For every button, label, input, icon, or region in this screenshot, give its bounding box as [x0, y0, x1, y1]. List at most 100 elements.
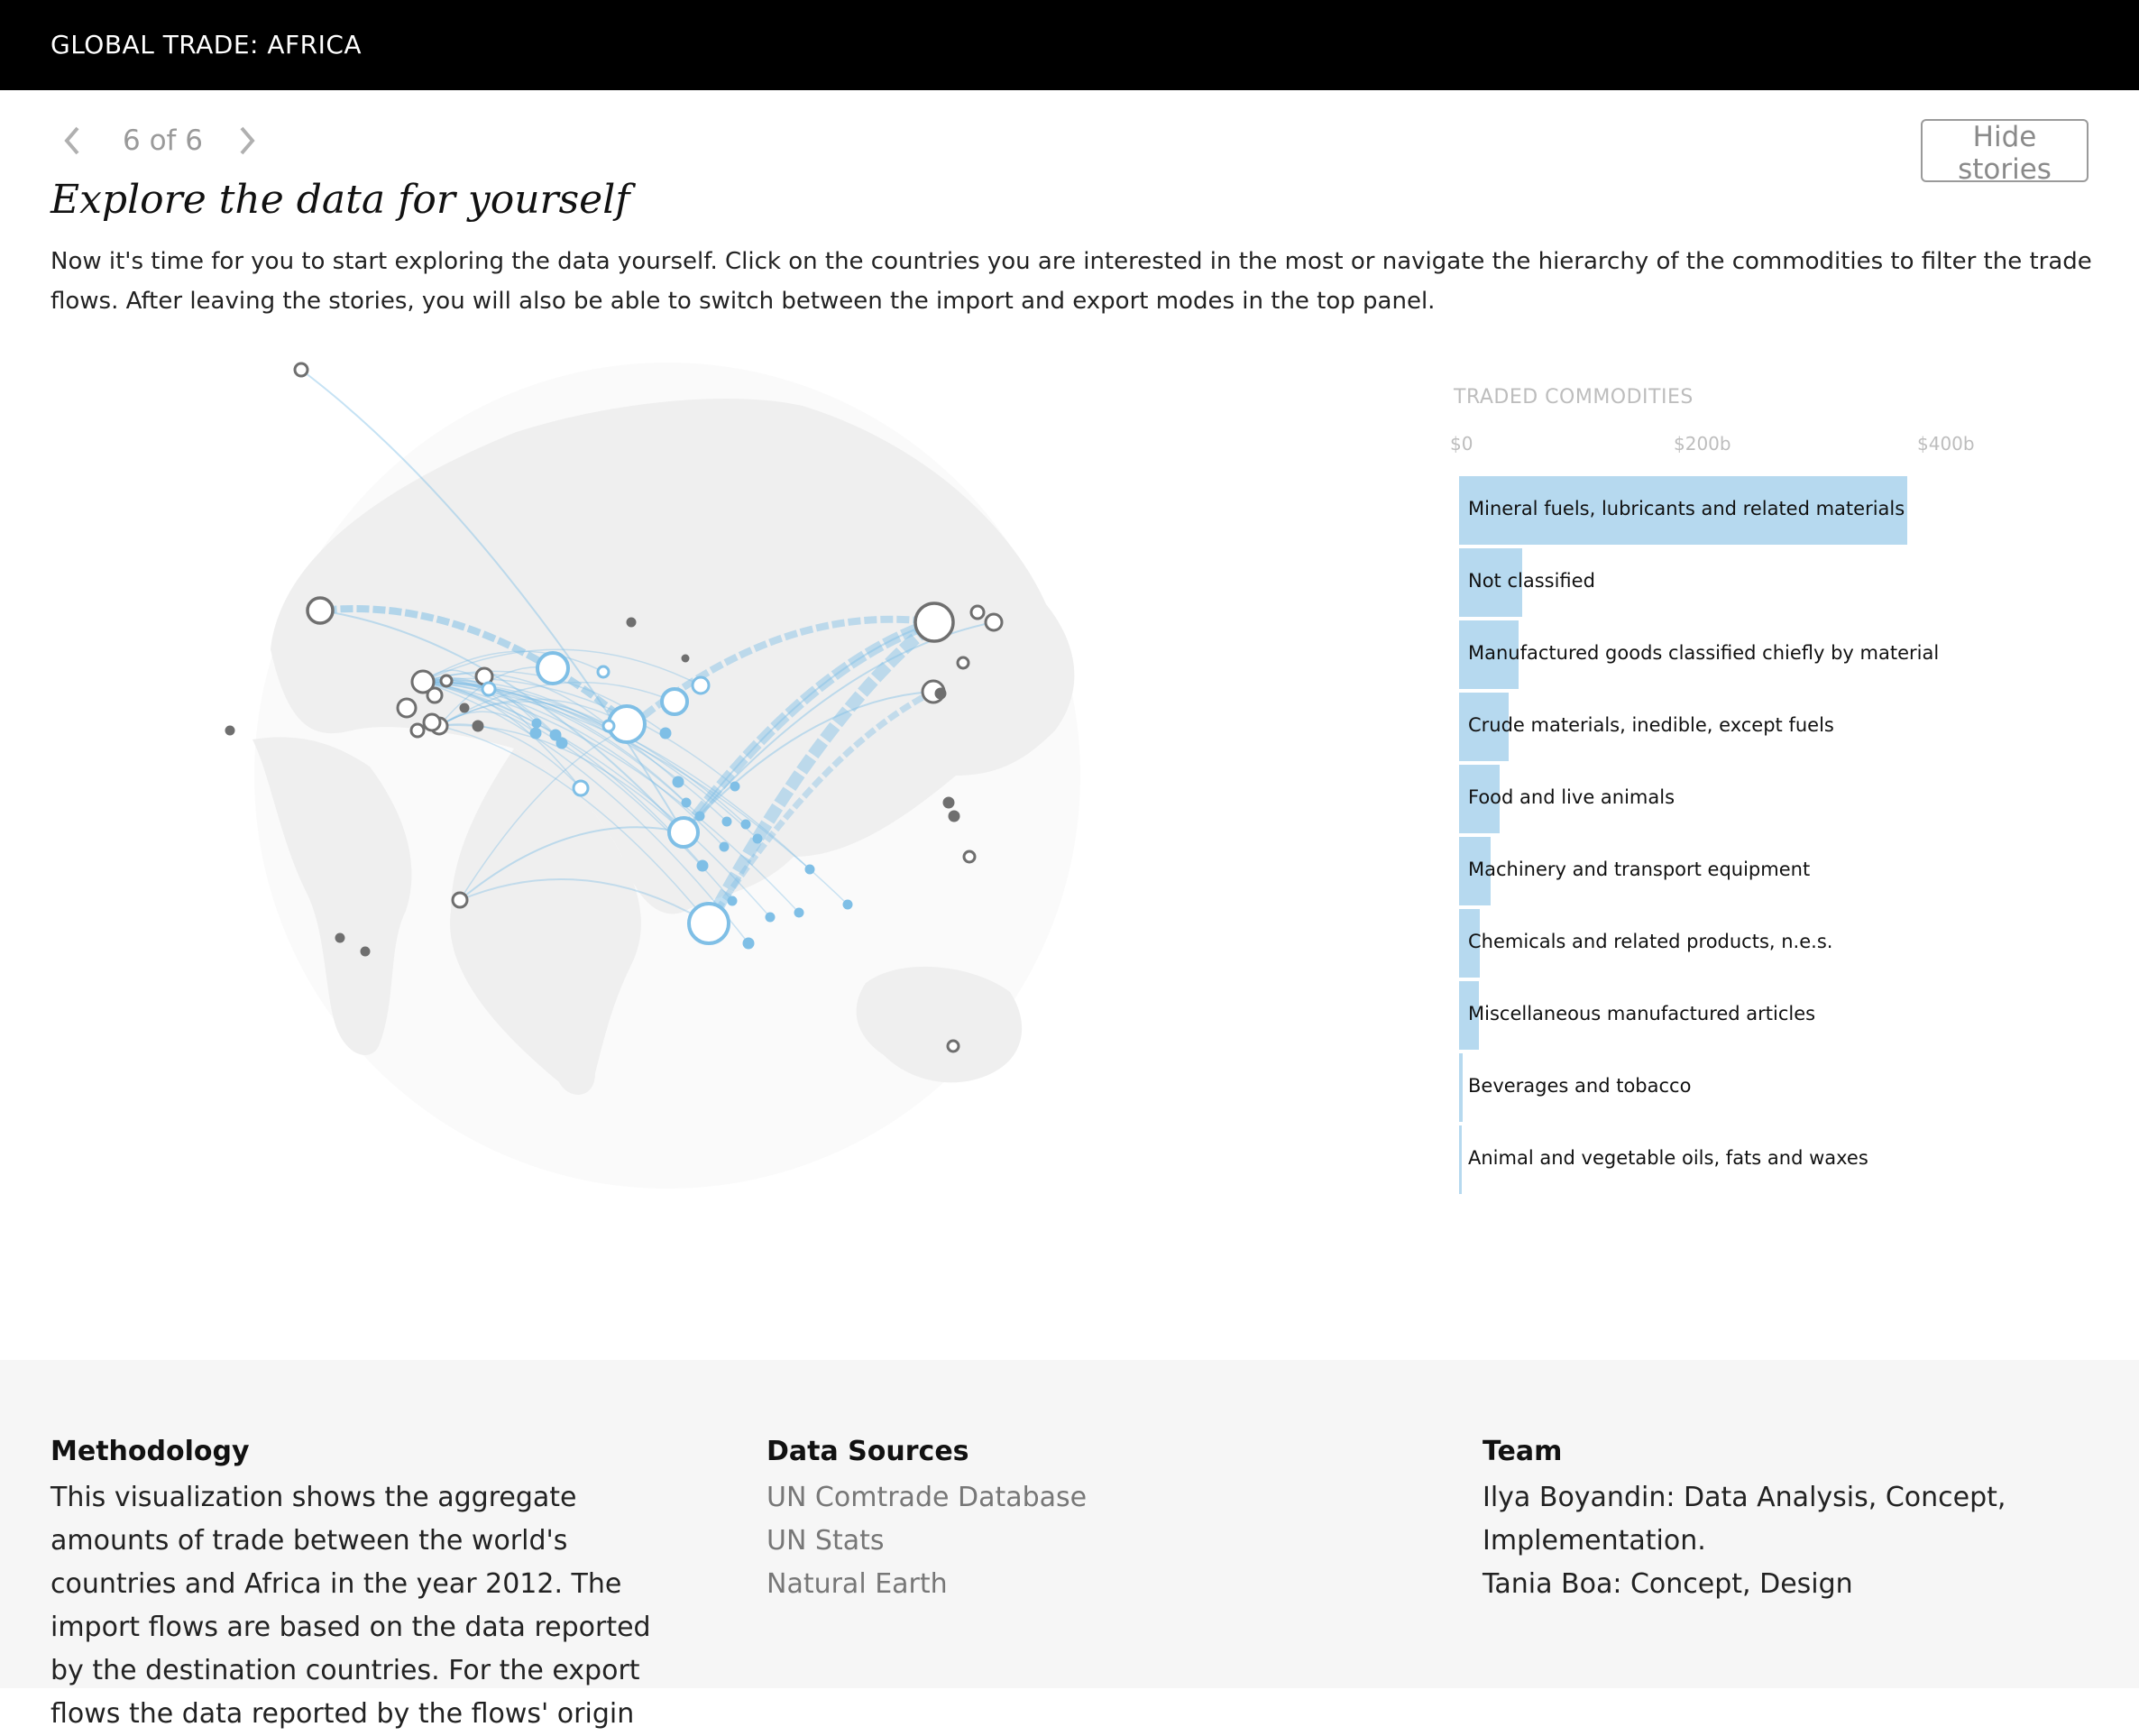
country-node[interactable] — [426, 686, 444, 704]
commodity-bar-row[interactable]: Manufactured goods classified chiefly by… — [1459, 620, 2054, 689]
african-country-node[interactable] — [742, 937, 755, 950]
african-country-node[interactable] — [660, 687, 689, 716]
african-country-node[interactable] — [696, 859, 709, 872]
african-country-node[interactable] — [794, 907, 804, 918]
footer: Methodology This visualization shows the… — [0, 1360, 2139, 1730]
country-node[interactable] — [969, 604, 986, 620]
country-node[interactable] — [306, 596, 335, 625]
methodology-text: This visualization shows the aggregate a… — [50, 1482, 651, 1730]
commodity-bar-row[interactable]: Animal and vegetable oils, fats and waxe… — [1459, 1125, 2054, 1194]
story-counter: 6 of 6 — [123, 124, 204, 157]
african-country-node[interactable] — [596, 665, 610, 679]
commodity-label: Mineral fuels, lubricants and related ma… — [1468, 498, 1905, 519]
country-node[interactable] — [681, 654, 690, 663]
team-heading: Team — [1483, 1436, 1563, 1467]
story-description: Now it's time for you to start exploring… — [50, 248, 2092, 315]
commodity-bar-row[interactable]: Crude materials, inedible, except fuels — [1459, 693, 2054, 761]
story-title: Explore the data for yourself — [50, 177, 630, 223]
commodity-label: Not classified — [1468, 570, 1595, 592]
data-sources-section: Data Sources UN Comtrade Database UN Sta… — [767, 1436, 1308, 1606]
commodity-bar-row[interactable]: Miscellaneous manufactured articles — [1459, 981, 2054, 1050]
commodity-label: Crude materials, inedible, except fuels — [1468, 714, 1834, 736]
country-node[interactable] — [422, 712, 442, 732]
african-country-node[interactable] — [659, 727, 672, 739]
country-node[interactable] — [459, 703, 470, 713]
commodity-bar-row[interactable]: Mineral fuels, lubricants and related ma… — [1459, 476, 2054, 545]
chevron-right-icon — [240, 126, 255, 155]
country-node[interactable] — [335, 932, 345, 943]
globe-landmasses — [252, 363, 1080, 1189]
commodities-title: TRADED COMMODITIES — [1454, 386, 1694, 409]
hide-stories-button[interactable]: Hide stories — [1921, 119, 2089, 186]
country-node[interactable] — [409, 722, 426, 739]
commodity-label: Miscellaneous manufactured articles — [1468, 1003, 1816, 1024]
african-country-node[interactable] — [687, 902, 730, 945]
country-node[interactable] — [948, 810, 960, 822]
african-country-node[interactable] — [752, 833, 763, 844]
axis-tick-1: $200b — [1674, 433, 1731, 455]
trade-flow-globe-map[interactable] — [216, 352, 1163, 1299]
african-country-node[interactable] — [694, 811, 705, 822]
african-country-node[interactable] — [529, 727, 542, 739]
african-country-node[interactable] — [727, 896, 738, 906]
african-country-node[interactable] — [481, 681, 497, 697]
african-country-node[interactable] — [740, 819, 751, 830]
african-country-node[interactable] — [536, 651, 570, 685]
team-member: Ilya Boyandin: Data Analysis, Concept, I… — [1483, 1482, 2006, 1557]
african-country-node[interactable] — [765, 912, 776, 923]
country-node[interactable] — [293, 362, 309, 378]
african-country-node[interactable] — [691, 675, 711, 695]
african-country-node[interactable] — [842, 899, 853, 910]
country-node[interactable] — [439, 674, 454, 688]
team-member: Tania Boa: Concept, Design — [1483, 1568, 1853, 1600]
african-country-node[interactable] — [549, 729, 562, 741]
country-node[interactable] — [956, 656, 970, 670]
data-sources-heading: Data Sources — [767, 1436, 969, 1467]
commodity-label: Beverages and tobacco — [1468, 1075, 1692, 1097]
african-country-node[interactable] — [804, 864, 815, 875]
commodity-bar — [1459, 1125, 1462, 1194]
country-node[interactable] — [934, 687, 947, 700]
source-link-un-comtrade[interactable]: UN Comtrade Database — [767, 1476, 1308, 1520]
african-country-node[interactable] — [719, 841, 730, 852]
commodity-label: Chemicals and related products, n.e.s. — [1468, 931, 1833, 952]
commodity-bar-row[interactable]: Not classified — [1459, 548, 2054, 617]
next-story-button[interactable] — [234, 123, 260, 159]
african-country-node[interactable] — [667, 816, 700, 849]
commodity-bar — [1459, 1053, 1464, 1122]
country-node[interactable] — [360, 946, 371, 957]
methodology-heading: Methodology — [50, 1436, 250, 1467]
methodology-section: Methodology This visualization shows the… — [50, 1436, 682, 1736]
country-node[interactable] — [984, 612, 1004, 632]
country-node[interactable] — [946, 1039, 960, 1053]
african-country-node[interactable] — [730, 781, 740, 792]
country-node[interactable] — [913, 602, 955, 643]
country-node[interactable] — [451, 891, 469, 909]
african-country-node[interactable] — [601, 719, 616, 733]
country-node[interactable] — [225, 725, 235, 736]
commodity-bar-row[interactable]: Food and live animals — [1459, 765, 2054, 833]
source-link-natural-earth[interactable]: Natural Earth — [767, 1563, 1308, 1606]
commodity-bar-row[interactable]: Chemicals and related products, n.e.s. — [1459, 909, 2054, 978]
commodity-bar-row[interactable]: Beverages and tobacco — [1459, 1053, 2054, 1122]
country-node[interactable] — [962, 850, 977, 864]
commodity-label: Manufactured goods classified chiefly by… — [1468, 642, 1940, 664]
country-node[interactable] — [472, 720, 484, 732]
african-country-node[interactable] — [555, 737, 568, 749]
african-country-node[interactable] — [531, 718, 542, 729]
african-country-node[interactable] — [672, 776, 684, 788]
commodity-label: Machinery and transport equipment — [1468, 859, 1811, 880]
source-link-un-stats[interactable]: UN Stats — [767, 1520, 1308, 1563]
previous-story-button[interactable] — [60, 123, 85, 159]
african-country-node[interactable] — [721, 816, 732, 827]
country-node[interactable] — [942, 796, 955, 809]
top-bar: GLOBAL TRADE: AFRICA — [0, 0, 2139, 90]
african-country-node[interactable] — [572, 779, 590, 797]
commodity-label: Food and live animals — [1468, 786, 1675, 808]
african-country-node[interactable] — [681, 797, 692, 808]
country-node[interactable] — [396, 697, 418, 719]
commodity-bar-row[interactable]: Machinery and transport equipment — [1459, 837, 2054, 905]
country-node[interactable] — [626, 617, 637, 628]
commodity-label: Animal and vegetable oils, fats and waxe… — [1468, 1147, 1868, 1169]
traded-commodities-panel: TRADED COMMODITIES $0 $200b $400b Minera… — [1443, 379, 2074, 1208]
